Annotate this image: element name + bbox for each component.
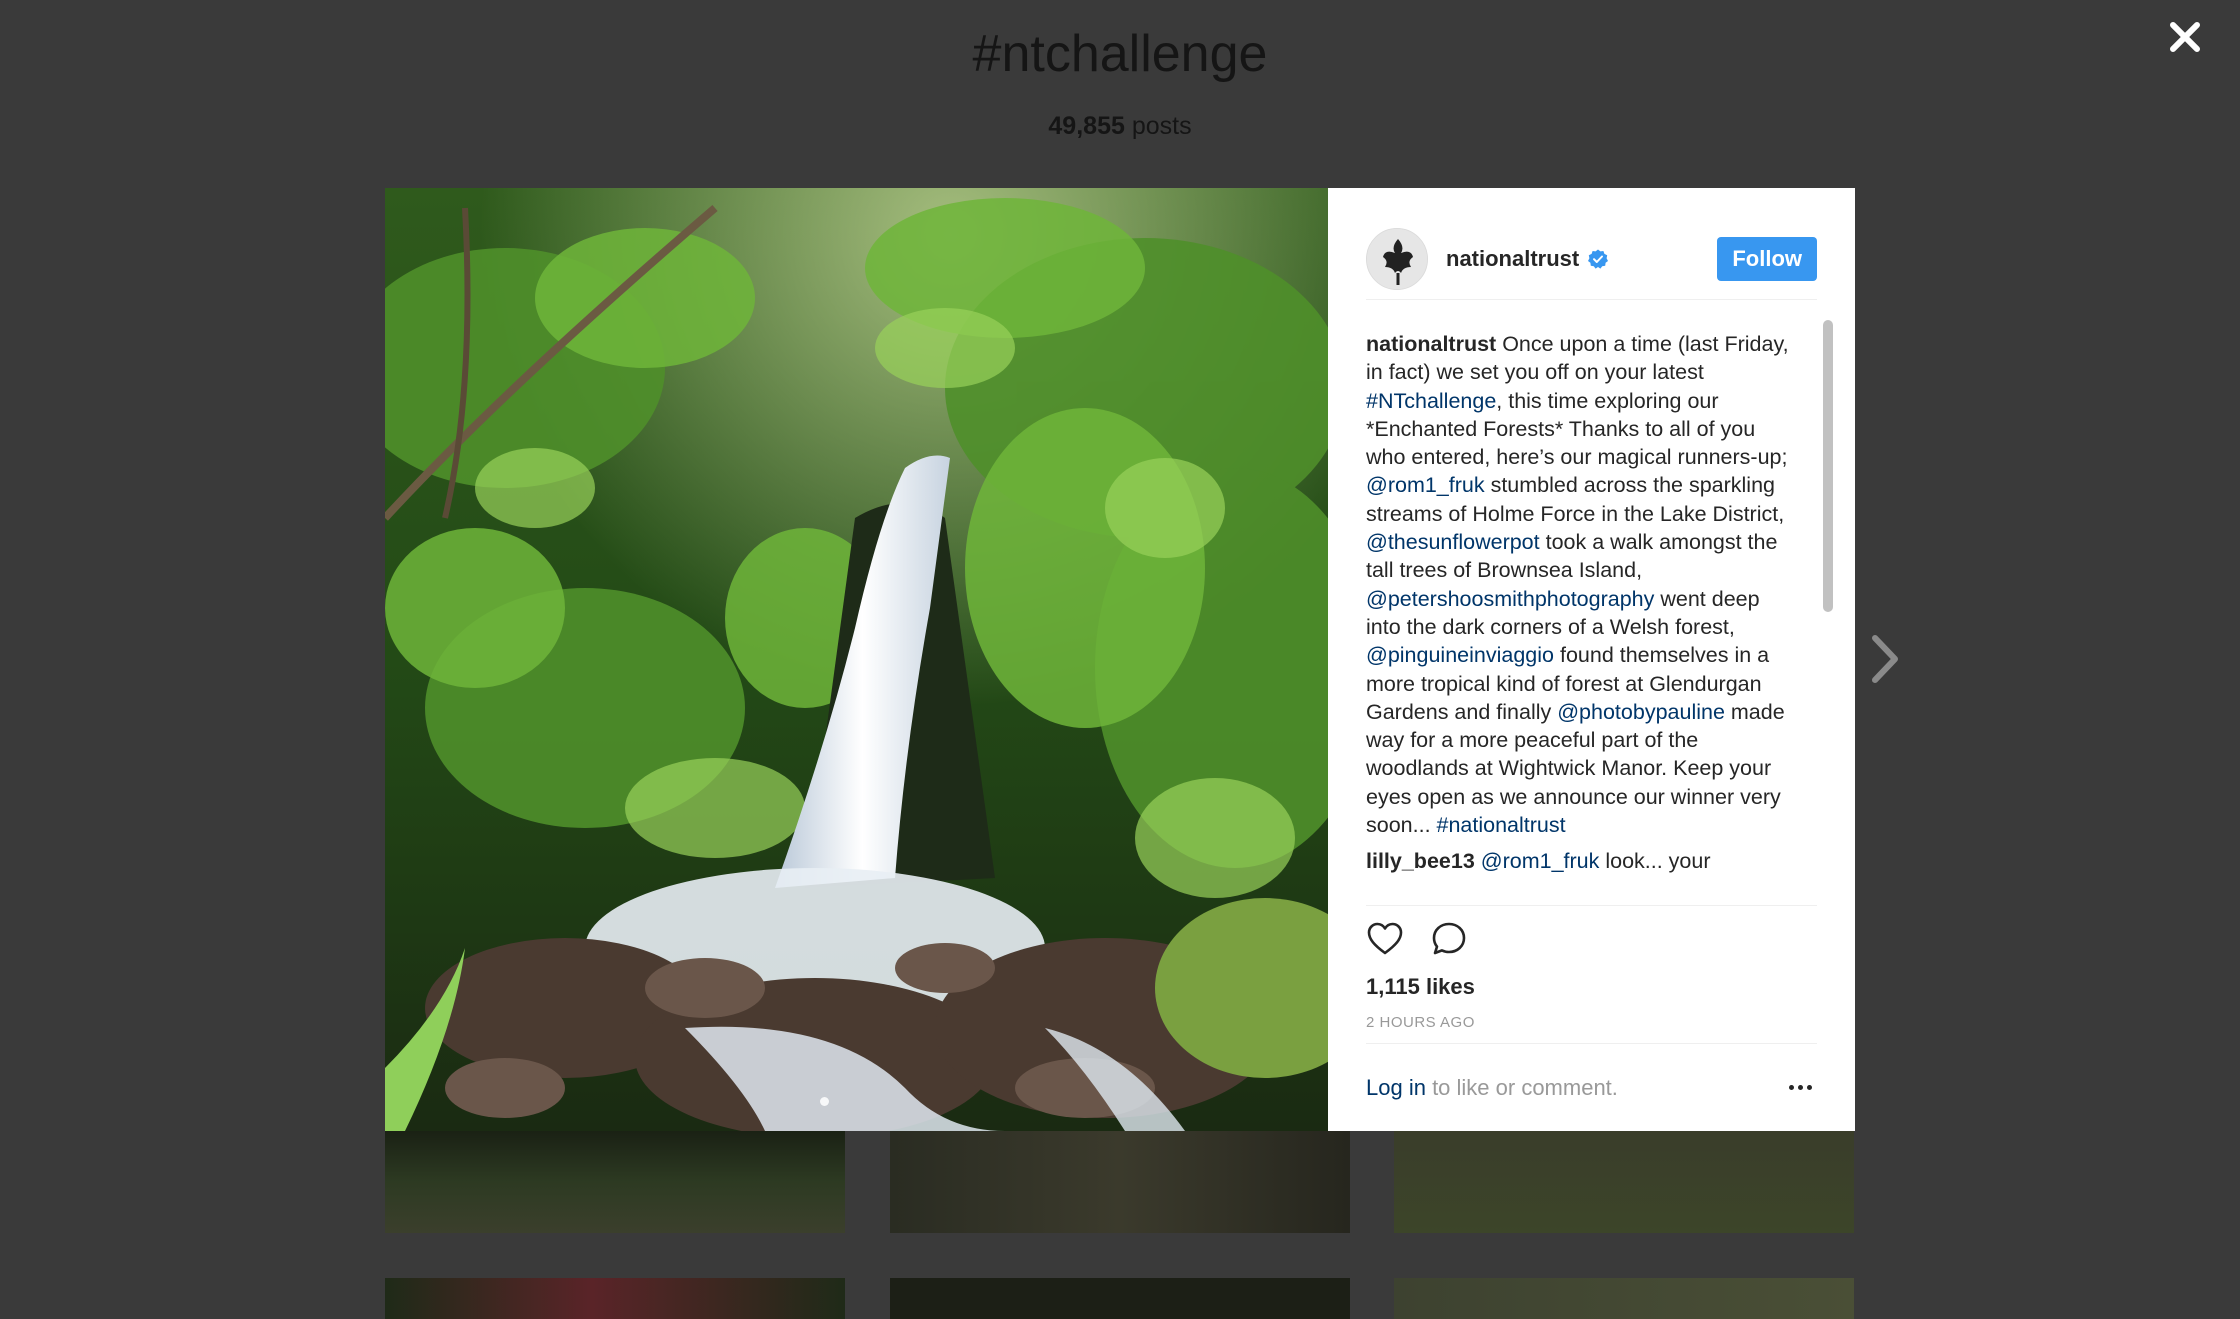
post-photo[interactable]: [385, 188, 1328, 1131]
grid-tile-2[interactable]: [890, 1131, 1350, 1233]
comment-button[interactable]: [1430, 920, 1468, 958]
grid-tile-3[interactable]: [1394, 1131, 1854, 1233]
grid-tile-4[interactable]: [385, 1278, 845, 1319]
oak-leaf-logo-icon: [1367, 228, 1427, 289]
post-timestamp[interactable]: 2 HOURS AGO: [1366, 1014, 1475, 1031]
more-options-icon: [1789, 1085, 1794, 1090]
grid-tile-5[interactable]: [890, 1278, 1350, 1319]
caption-link[interactable]: @petershoosmithphotography: [1366, 587, 1654, 611]
close-icon: [2170, 22, 2200, 52]
next-post-button[interactable]: [1870, 632, 1902, 686]
login-prompt-text: to like or comment.: [1425, 1074, 1618, 1100]
comment-username[interactable]: lilly_bee13: [1366, 849, 1475, 873]
caption-username[interactable]: nationaltrust: [1366, 332, 1496, 356]
carousel-indicator: [820, 1097, 829, 1106]
comment-text: look... your: [1599, 849, 1711, 874]
comment-icon: [1432, 922, 1466, 955]
grid-tile-1[interactable]: [385, 1131, 845, 1233]
follow-button[interactable]: Follow: [1717, 236, 1817, 281]
post-footer: Log in to like or comment.: [1366, 1043, 1817, 1131]
post-actions: [1366, 920, 1468, 958]
caption-link[interactable]: #NTchallenge: [1366, 389, 1496, 413]
chevron-right-icon: [1872, 635, 1898, 683]
more-options-dot: [1807, 1085, 1812, 1090]
hashtag-title: #ntchallenge: [972, 25, 1268, 83]
post-count-label: posts: [1131, 112, 1192, 140]
post-header: nationaltrust Follow: [1366, 218, 1817, 300]
close-button[interactable]: [2166, 18, 2204, 56]
caption-scrollbar[interactable]: [1823, 320, 1833, 612]
caption-scroll-area[interactable]: nationaltrust Once upon a time (last Fri…: [1366, 316, 1817, 906]
comment-item: lilly_bee13 @rom1_fruk look... your: [1366, 847, 1792, 875]
post-count: 49,855 posts: [0, 112, 2240, 141]
like-count[interactable]: 1,115 likes: [1366, 974, 1475, 1000]
post-caption: nationaltrust Once upon a time (last Fri…: [1366, 330, 1792, 839]
avatar[interactable]: [1366, 227, 1428, 290]
comment-mention-link[interactable]: @rom1_fruk: [1481, 849, 1600, 873]
waterfall-image: [385, 188, 1328, 1131]
post-sidebar: nationaltrust Follow nationaltrust Once …: [1328, 188, 1855, 1131]
caption-link[interactable]: @thesunflowerpot: [1366, 530, 1540, 554]
caption-link[interactable]: @photobypauline: [1557, 700, 1725, 724]
caption-link[interactable]: @rom1_fruk: [1366, 473, 1485, 497]
caption-link[interactable]: #nationaltrust: [1437, 813, 1566, 837]
post-count-number: 49,855: [1048, 112, 1125, 140]
heart-icon: [1367, 922, 1403, 955]
more-options-button[interactable]: [1789, 1083, 1817, 1093]
post-modal: nationaltrust Follow nationaltrust Once …: [385, 188, 1855, 1131]
caption-text: Once upon a time (last Friday, in fact) …: [1366, 332, 1789, 837]
verified-badge-icon: [1588, 249, 1609, 269]
like-button[interactable]: [1366, 920, 1404, 958]
caption-link[interactable]: @pinguineinviaggio: [1366, 643, 1554, 667]
login-link[interactable]: Log in: [1366, 1075, 1426, 1101]
post-username[interactable]: nationaltrust: [1446, 246, 1579, 272]
more-options-dot: [1798, 1085, 1803, 1090]
grid-tile-6[interactable]: [1394, 1278, 1854, 1319]
